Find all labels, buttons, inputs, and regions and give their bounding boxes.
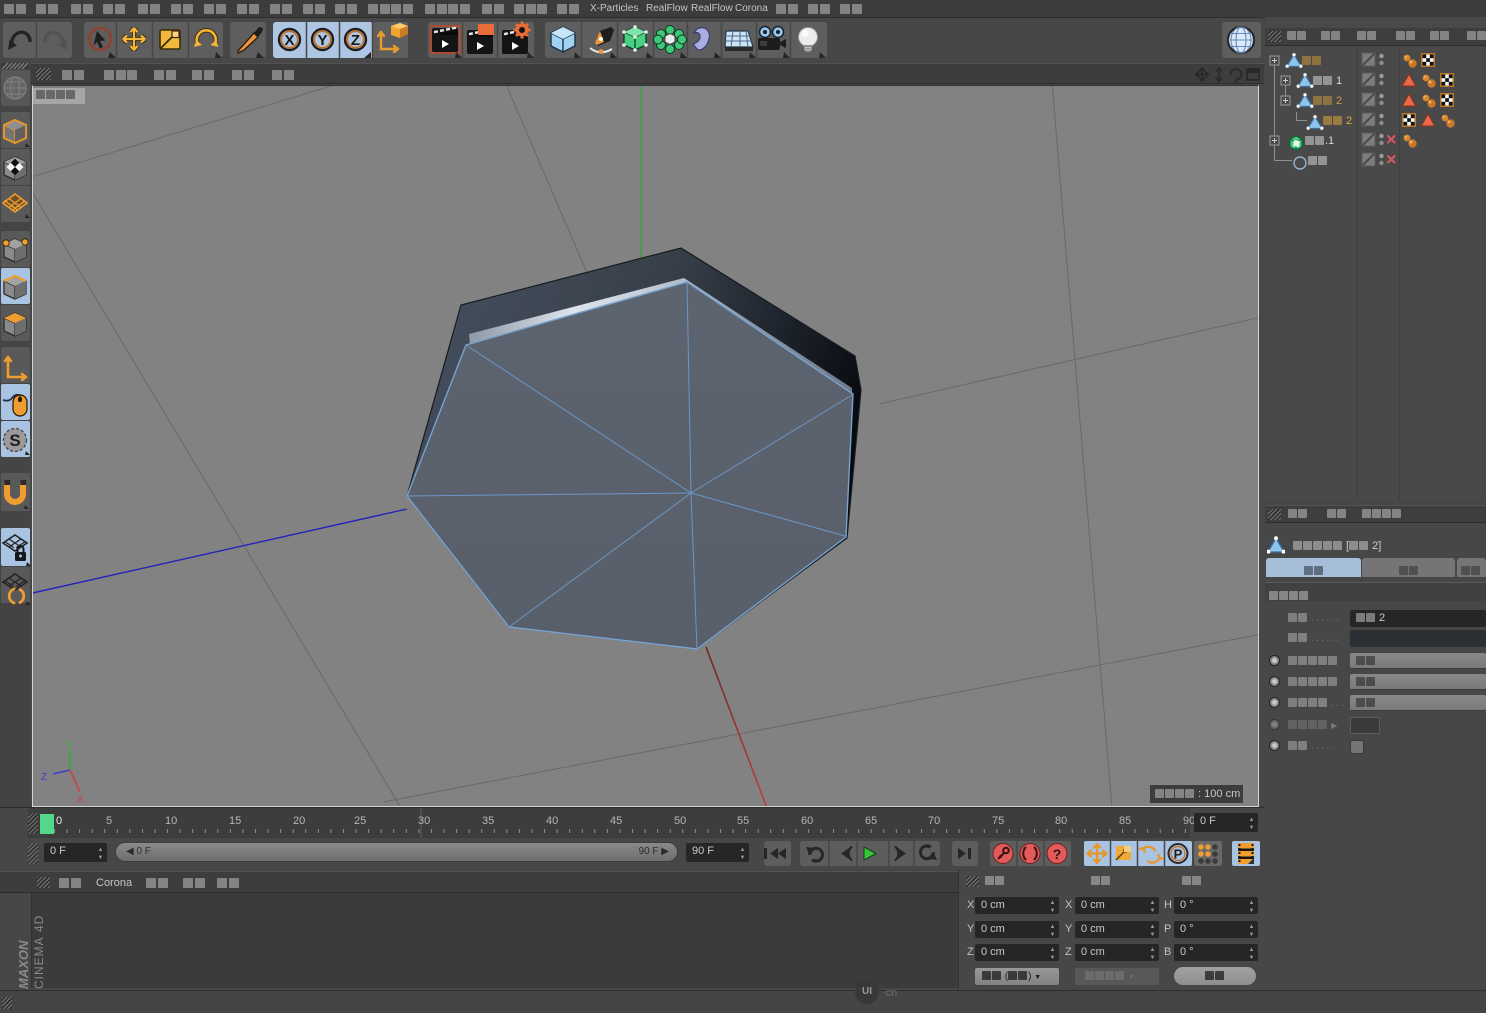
svg-text:35: 35 (482, 815, 494, 827)
svg-text:80: 80 (1055, 815, 1067, 827)
svg-text:65: 65 (865, 815, 877, 827)
svg-text:0: 0 (56, 815, 62, 827)
svg-text:70: 70 (928, 815, 940, 827)
svg-text:X: X (77, 794, 84, 805)
svg-text:55: 55 (737, 815, 749, 827)
svg-text:85: 85 (1119, 815, 1131, 827)
svg-text:Y: Y (66, 740, 73, 751)
svg-text:5: 5 (106, 815, 112, 827)
svg-text:Z: Z (351, 32, 360, 49)
svg-text:30: 30 (418, 815, 430, 827)
svg-text:40: 40 (546, 815, 558, 827)
svg-text:20: 20 (293, 815, 305, 827)
svg-text:Y: Y (317, 32, 327, 49)
svg-text:50: 50 (674, 815, 686, 827)
svg-text:15: 15 (229, 815, 241, 827)
svg-text:P: P (1174, 847, 1183, 862)
svg-text:?: ? (1053, 846, 1062, 862)
svg-text:Z: Z (41, 772, 47, 783)
svg-text:60: 60 (801, 815, 813, 827)
svg-text:X: X (284, 32, 294, 49)
svg-text:S: S (9, 431, 20, 450)
svg-text:10: 10 (165, 815, 177, 827)
svg-text:75: 75 (992, 815, 1004, 827)
svg-text:45: 45 (610, 815, 622, 827)
svg-text:25: 25 (354, 815, 366, 827)
